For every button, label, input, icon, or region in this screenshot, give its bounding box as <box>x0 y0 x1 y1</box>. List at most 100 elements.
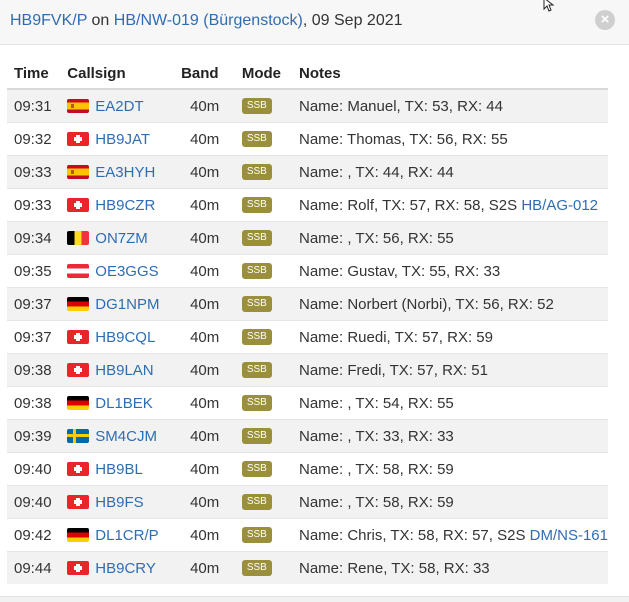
table-row: 09:33 HB9CZR 40m SSB Name: Rolf, TX: 57, RX:… <box>7 188 608 222</box>
qso-band: 40m <box>174 551 235 584</box>
qso-mode-cell: SSB <box>234 551 292 584</box>
flag-icon-se <box>67 428 90 443</box>
qso-notes-cell: Name: , TX: 44, RX: 44 <box>291 155 608 189</box>
qso-band: 40m <box>174 221 235 255</box>
qso-time: 09:42 <box>7 518 61 552</box>
mode-badge: SSB <box>241 130 272 147</box>
qso-band: 40m <box>174 419 235 453</box>
qso-time: 09:32 <box>7 122 61 156</box>
qso-notes-cell: Name: Rene, TX: 58, RX: 33 <box>291 551 608 584</box>
mouse-cursor-icon <box>543 0 555 12</box>
qso-notes-cell: Name: Ruedi, TX: 57, RX: 59 <box>291 320 608 354</box>
mode-badge: SSB <box>241 427 272 444</box>
bottom-edge <box>0 596 629 602</box>
table-row: 09:40 HB9BL 40m SSB Name: , TX: 58, RX: 59 <box>7 452 608 486</box>
qso-notes: Name: , TX: 33, RX: 33 <box>298 427 454 445</box>
qso-time: 09:34 <box>7 221 61 255</box>
qso-notes-cell: Name: , TX: 58, RX: 59 <box>291 485 608 519</box>
log-title: HB9FVK/P on HB/NW-019 (Bürgenstock), 09 … <box>10 11 403 31</box>
qso-callsign-cell: OE3GGS <box>60 254 175 288</box>
qso-notes: Name: Chris, TX: 58, RX: 57, S2S <box>298 526 530 544</box>
qso-band: 40m <box>174 386 235 420</box>
qso-callsign-cell: DG1NPM <box>60 287 175 321</box>
qso-band: 40m <box>174 452 235 486</box>
qso-notes-cell: Name: Manuel, TX: 53, RX: 44 <box>291 88 608 123</box>
table-row: 09:39 SM4CJM 40m SSB Name: , TX: 33, RX: 33 <box>7 419 608 453</box>
callsign-link[interactable]: ON7ZM <box>95 230 148 247</box>
qso-time: 09:38 <box>7 386 61 420</box>
qso-notes: Name: Rolf, TX: 57, RX: 58, S2S <box>298 196 522 214</box>
close-icon[interactable]: × <box>595 10 615 30</box>
callsign-link[interactable]: EA2DT <box>95 98 143 115</box>
callsign-link[interactable]: OE3GGS <box>95 263 158 280</box>
mode-badge: SSB <box>241 493 272 510</box>
qso-notes-cell: Name: , TX: 54, RX: 55 <box>291 386 608 420</box>
col-time-header: Time <box>7 58 61 90</box>
qso-mode-cell: SSB <box>234 155 292 189</box>
qso-time: 09:44 <box>7 551 61 584</box>
table-row: 09:37 DG1NPM 40m SSB Name: Norbert (Norbi), … <box>7 287 608 321</box>
qso-mode-cell: SSB <box>234 254 292 288</box>
callsign-link[interactable]: HB9CQL <box>95 329 155 346</box>
qso-callsign-cell: HB9CRY <box>60 551 175 584</box>
qso-time: 09:33 <box>7 155 61 189</box>
qso-notes-cell: Name: Fredi, TX: 57, RX: 51 <box>291 353 608 387</box>
callsign-link[interactable]: HB9CZR <box>95 197 155 214</box>
qso-notes: Name: Manuel, TX: 53, RX: 44 <box>298 97 503 115</box>
qso-mode-cell: SSB <box>234 452 292 486</box>
qso-mode-cell: SSB <box>234 386 292 420</box>
qso-mode-cell: SSB <box>234 419 292 453</box>
qso-mode-cell: SSB <box>234 287 292 321</box>
flag-icon-de <box>67 395 90 410</box>
qso-notes-cell: Name: Chris, TX: 58, RX: 57, S2S DM/NS-1… <box>291 518 608 552</box>
table-row: 09:38 HB9LAN 40m SSB Name: Fredi, TX: 57, RX… <box>7 353 608 387</box>
qso-notes: Name: , TX: 44, RX: 44 <box>298 163 454 181</box>
flag-icon-de <box>67 527 90 542</box>
qso-callsign-cell: HB9CQL <box>60 320 175 354</box>
flag-icon-es <box>67 98 90 113</box>
qso-notes: Name: , TX: 54, RX: 55 <box>298 394 454 412</box>
callsign-link[interactable]: DL1BEK <box>95 395 153 412</box>
callsign-link[interactable]: SM4CJM <box>95 428 157 445</box>
qso-callsign-cell: SM4CJM <box>60 419 175 453</box>
flag-icon-be <box>67 230 90 245</box>
qso-callsign-cell: DL1CR/P <box>60 518 175 552</box>
callsign-link[interactable]: HB9LAN <box>95 362 153 379</box>
table-row: 09:40 HB9FS 40m SSB Name: , TX: 58, RX: 59 <box>7 485 608 519</box>
s2s-summit-link[interactable]: DM/NS-161 <box>530 527 608 544</box>
qso-callsign-cell: HB9JAT <box>60 122 175 156</box>
qso-time: 09:40 <box>7 452 61 486</box>
callsign-link[interactable]: EA3HYH <box>95 164 155 181</box>
table-row: 09:44 HB9CRY 40m SSB Name: Rene, TX: 58, RX:… <box>7 551 608 584</box>
activator-link[interactable]: HB9FVK/P <box>10 12 87 29</box>
qso-notes: Name: Fredi, TX: 57, RX: 51 <box>298 361 488 379</box>
qso-mode-cell: SSB <box>234 320 292 354</box>
qso-mode-cell: SSB <box>234 188 292 222</box>
mode-badge: SSB <box>241 526 272 543</box>
callsign-link[interactable]: DL1CR/P <box>95 527 158 544</box>
col-notes-header: Notes <box>291 58 608 90</box>
qso-band: 40m <box>174 155 235 189</box>
qso-time: 09:31 <box>7 88 61 123</box>
callsign-link[interactable]: HB9JAT <box>95 131 150 148</box>
callsign-link[interactable]: HB9FS <box>95 494 143 511</box>
col-mode-header: Mode <box>234 58 292 90</box>
callsign-link[interactable]: HB9CRY <box>95 560 156 577</box>
qso-band: 40m <box>174 188 235 222</box>
log-date: , 09 Sep 2021 <box>302 12 403 29</box>
qso-callsign-cell: DL1BEK <box>60 386 175 420</box>
qso-time: 09:39 <box>7 419 61 453</box>
mode-badge: SSB <box>241 196 272 213</box>
callsign-link[interactable]: HB9BL <box>95 461 143 478</box>
mode-badge: SSB <box>241 394 272 411</box>
s2s-summit-link[interactable]: HB/AG-012 <box>521 197 598 214</box>
table-row: 09:31 EA2DT 40m SSB Name: Manuel, TX: 53, RX… <box>7 88 608 123</box>
qso-band: 40m <box>174 254 235 288</box>
mode-badge: SSB <box>241 460 272 477</box>
qso-notes-cell: Name: , TX: 56, RX: 55 <box>291 221 608 255</box>
qso-notes: Name: , TX: 58, RX: 59 <box>298 460 454 478</box>
summit-link[interactable]: HB/NW-019 (Bürgenstock) <box>114 12 303 29</box>
qso-notes-cell: Name: , TX: 33, RX: 33 <box>291 419 608 453</box>
col-band-header: Band <box>174 58 235 90</box>
callsign-link[interactable]: DG1NPM <box>95 296 159 313</box>
